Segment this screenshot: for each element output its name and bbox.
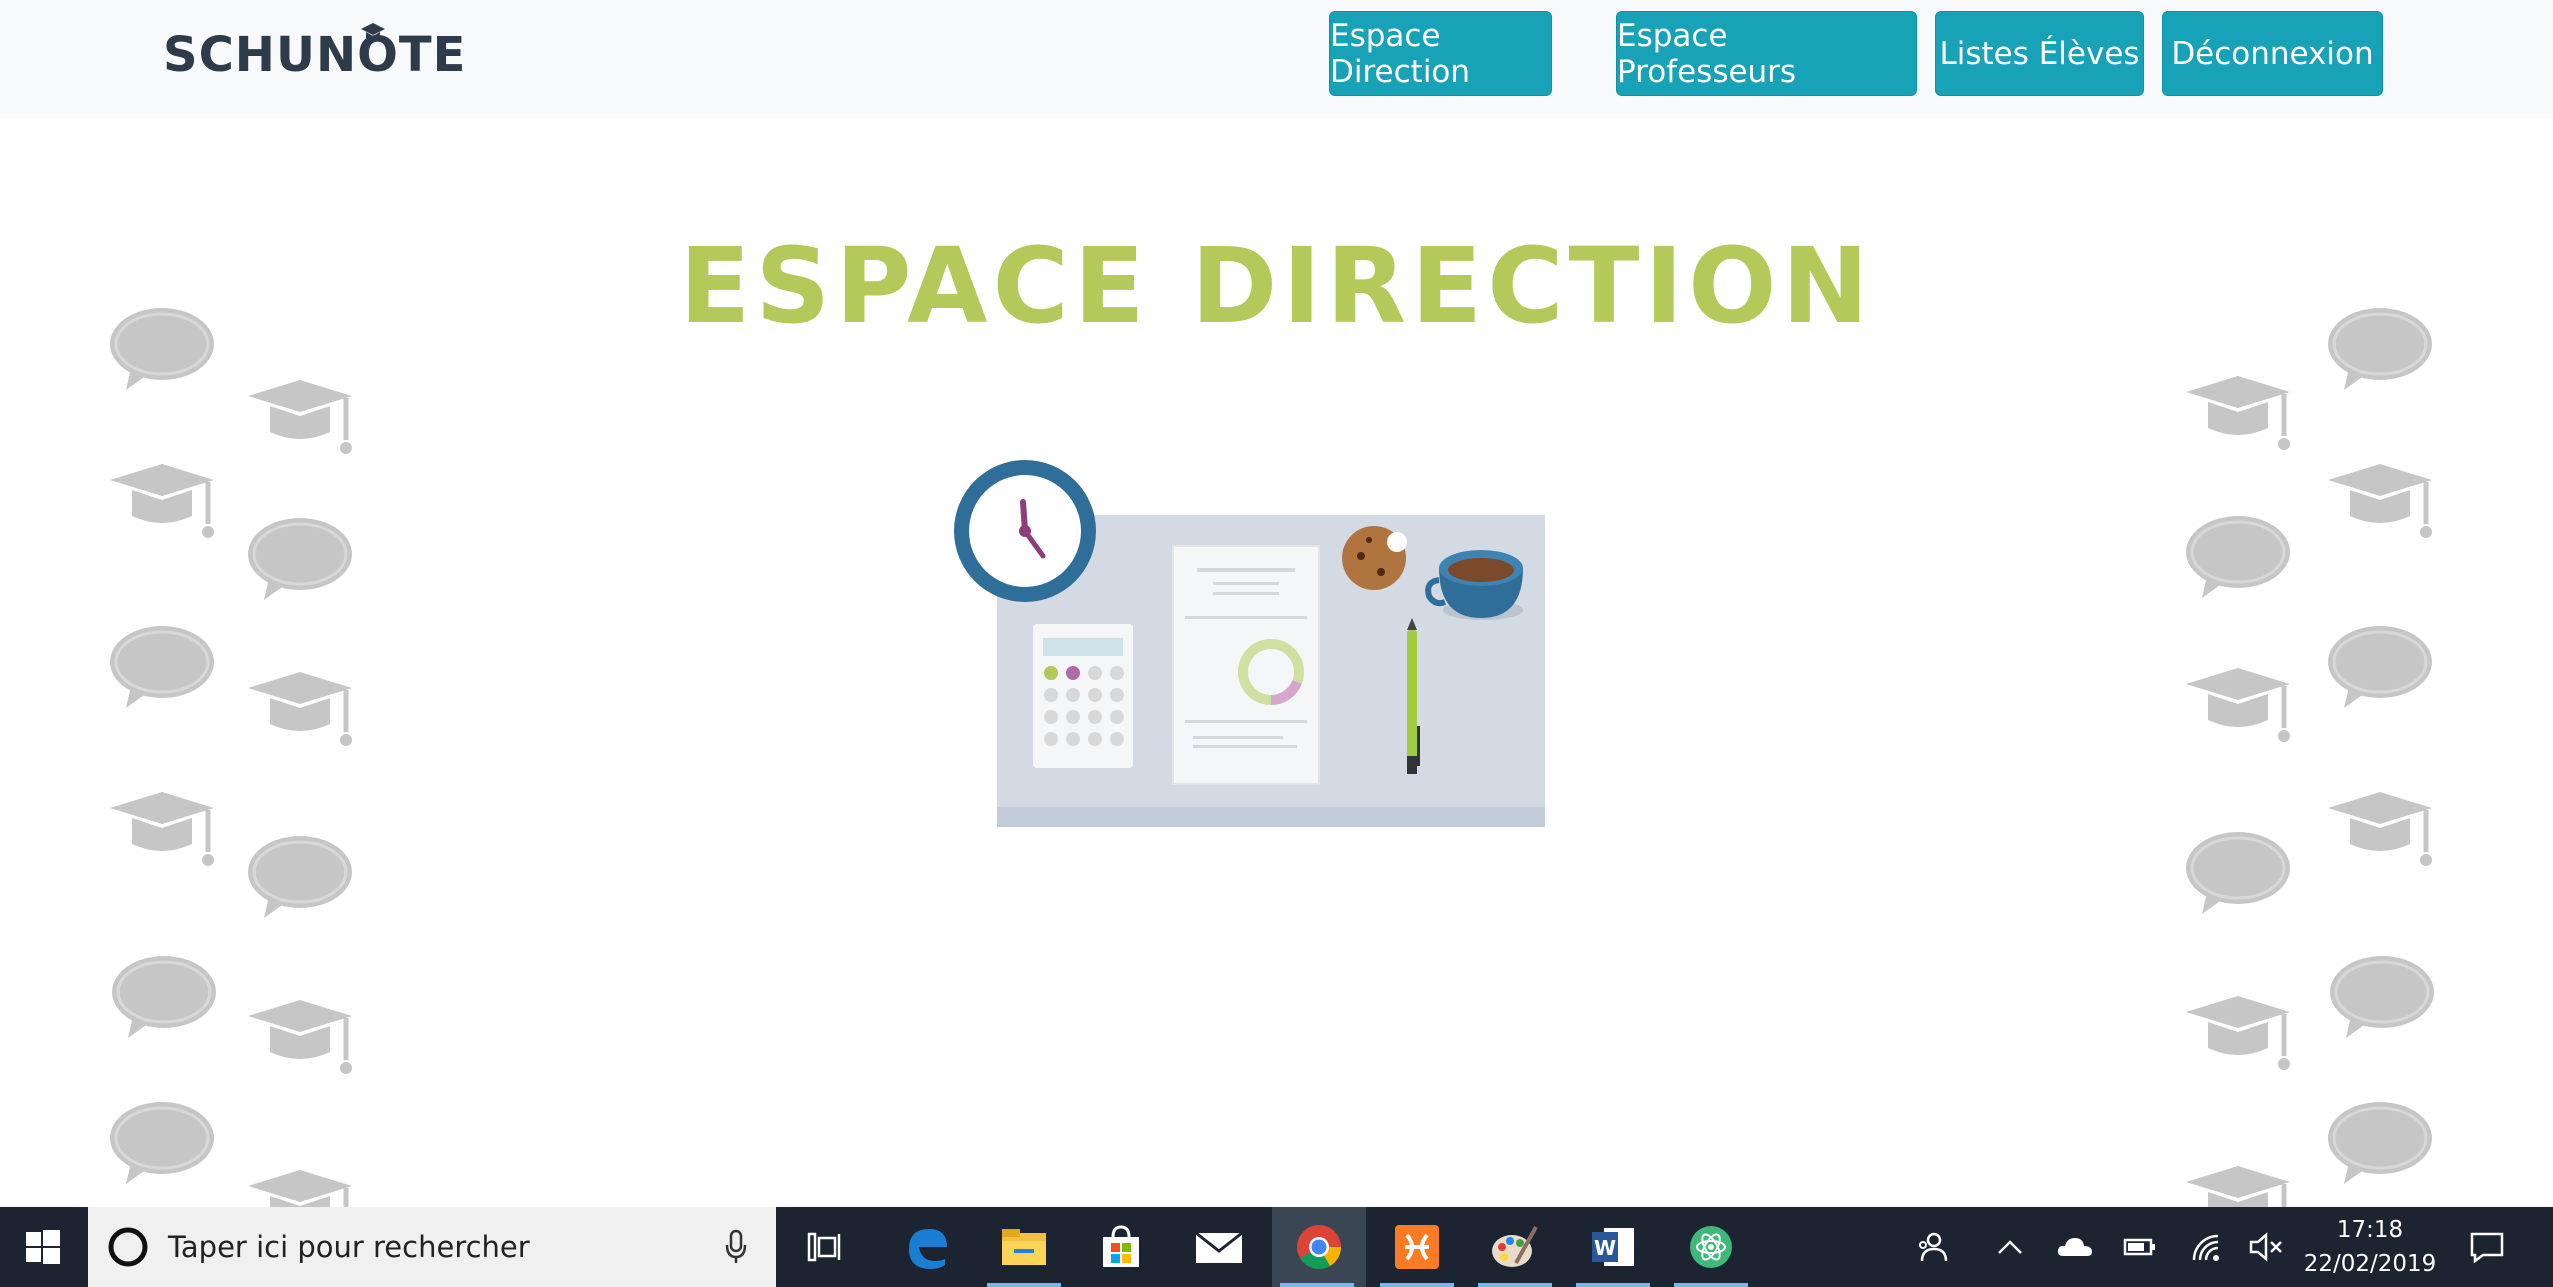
graduation-cap-icon (2328, 464, 2432, 538)
left-decoration-column (108, 306, 354, 1207)
speech-bubble-icon (2184, 514, 2292, 600)
xampp-icon[interactable] (1372, 1207, 1462, 1287)
search-placeholder: Taper ici pour rechercher (168, 1230, 530, 1264)
speech-bubble-icon (110, 954, 218, 1040)
graduation-cap-icon (248, 380, 352, 454)
taskbar-search[interactable]: Taper ici pour rechercher (88, 1207, 776, 1287)
mail-icon[interactable] (1174, 1207, 1264, 1287)
graduation-cap-icon (110, 792, 214, 866)
nav-button-listes-eleves[interactable]: Listes Élèves (1935, 11, 2144, 96)
graduation-cap-icon (248, 1000, 352, 1074)
notifications-icon[interactable] (2462, 1207, 2512, 1287)
speech-bubble-icon (2328, 954, 2436, 1040)
logo[interactable]: SCHUNOTE (163, 20, 466, 90)
start-button[interactable] (0, 1207, 86, 1287)
people-icon[interactable] (1910, 1207, 1954, 1287)
right-decoration-column (2184, 306, 2436, 1207)
speech-bubble-icon (246, 516, 354, 602)
microphone-icon (725, 1229, 747, 1263)
graduation-cap-icon (2186, 376, 2290, 450)
clock-time: 17:18 (2336, 1217, 2404, 1243)
speech-bubble-icon (2184, 830, 2292, 916)
onedrive-icon[interactable] (2054, 1207, 2096, 1287)
clock-date: 22/02/2019 (2303, 1251, 2437, 1277)
store-icon[interactable] (1076, 1207, 1166, 1287)
nav-button-espace-professeurs[interactable]: Espace Professeurs (1616, 11, 1917, 96)
taskbar: Taper ici pour rechercher W 17:18 22/02/… (0, 1207, 2553, 1287)
logo-text: SCHUNOTE (163, 27, 467, 83)
battery-icon[interactable] (2120, 1207, 2160, 1287)
speech-bubble-icon (246, 834, 354, 920)
speech-bubble-icon (108, 1100, 216, 1186)
wifi-icon[interactable] (2186, 1207, 2226, 1287)
graduation-cap-icon (2186, 1166, 2290, 1207)
task-view-icon[interactable] (780, 1207, 870, 1287)
windows-logo-icon (26, 1230, 60, 1264)
graduation-cap-icon (2186, 996, 2290, 1070)
mortarboard-icon (361, 23, 385, 41)
chrome-icon[interactable] (1272, 1207, 1366, 1287)
speech-bubble-icon (2326, 624, 2434, 710)
chevron-up-icon[interactable] (1990, 1207, 2030, 1287)
svg-text:W: W (1594, 1236, 1616, 1260)
navbar: SCHUNOTE Espace Direction Espace Profess… (0, 0, 2553, 118)
taskbar-clock[interactable]: 17:18 22/02/2019 (2300, 1207, 2440, 1287)
nav-button-espace-direction[interactable]: Espace Direction (1329, 11, 1552, 96)
speech-bubble-icon (2326, 1100, 2434, 1186)
graduation-cap-icon (248, 1170, 352, 1207)
file-explorer-icon[interactable] (979, 1207, 1069, 1287)
page-root: SCHUNOTE Espace Direction Espace Profess… (0, 0, 2553, 1287)
graduation-cap-icon (2328, 792, 2432, 866)
nav-button-deconnexion[interactable]: Déconnexion (2162, 11, 2383, 96)
volume-muted-icon[interactable] (2246, 1207, 2286, 1287)
paint-icon[interactable] (1470, 1207, 1560, 1287)
graduation-cap-icon (248, 672, 352, 746)
graduation-cap-icon (110, 464, 214, 538)
graduation-cap-icon (2186, 668, 2290, 742)
word-icon[interactable]: W (1568, 1207, 1658, 1287)
speech-bubble-icon (108, 624, 216, 710)
page-title: ESPACE DIRECTION (679, 225, 1874, 347)
atom-icon[interactable] (1666, 1207, 1756, 1287)
cortana-icon (108, 1227, 148, 1267)
edge-icon[interactable] (882, 1207, 972, 1287)
desk-illustration (954, 460, 1545, 827)
